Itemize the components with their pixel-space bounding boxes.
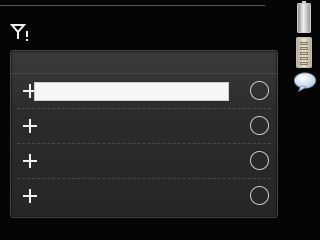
row-select-radio[interactable] — [250, 186, 269, 205]
keyboard-icon[interactable] — [296, 37, 312, 68]
entry-text-field[interactable] — [34, 82, 229, 101]
plus-icon[interactable] — [23, 189, 37, 203]
panel-header — [11, 51, 277, 74]
entry-list-panel — [10, 50, 278, 218]
top-divider — [0, 5, 265, 6]
row-select-radio[interactable] — [250, 81, 269, 100]
signal-warning-icon — [10, 24, 28, 41]
list-row — [17, 143, 271, 179]
list-row — [17, 108, 271, 144]
plus-icon[interactable] — [23, 154, 37, 168]
list-row — [17, 178, 271, 214]
row-select-radio[interactable] — [250, 116, 269, 135]
plus-icon[interactable] — [23, 119, 37, 133]
list-row — [17, 73, 271, 109]
row-select-radio[interactable] — [250, 151, 269, 170]
chat-bubble-icon[interactable] — [293, 72, 317, 92]
battery-icon — [297, 1, 311, 33]
